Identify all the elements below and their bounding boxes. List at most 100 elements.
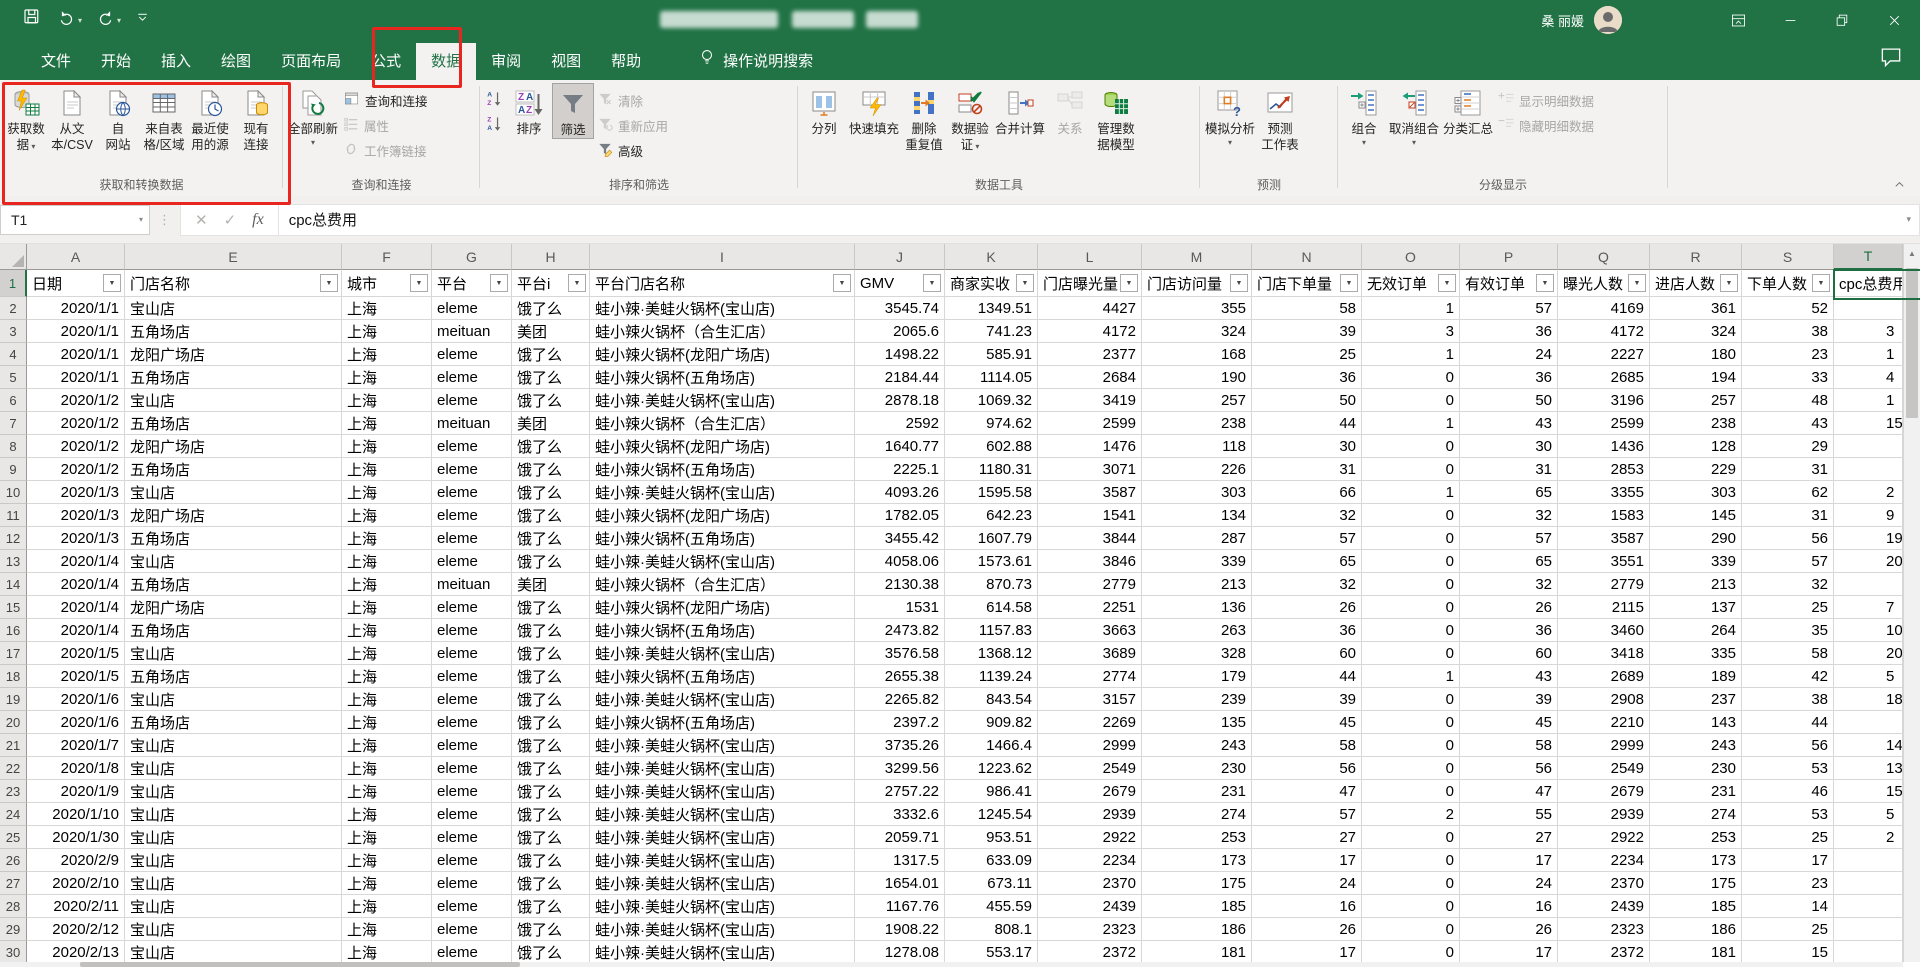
cell-H6[interactable]: 饿了么 [512, 389, 590, 412]
cell-F12[interactable]: 上海 [342, 527, 432, 550]
cell-H15[interactable]: 饿了么 [512, 596, 590, 619]
ribbon-button-get-data[interactable]: 获取数据 ▾ [3, 83, 49, 154]
cell-N19[interactable]: 39 [1252, 688, 1362, 711]
horizontal-scrollbar[interactable] [0, 962, 1903, 967]
cell-K13[interactable]: 1573.61 [945, 550, 1038, 573]
cell-N4[interactable]: 25 [1252, 343, 1362, 366]
cell-R5[interactable]: 194 [1650, 366, 1742, 389]
cell-H22[interactable]: 饿了么 [512, 757, 590, 780]
cell-K8[interactable]: 602.88 [945, 435, 1038, 458]
undo-dropdown-icon[interactable]: ▾ [78, 16, 82, 25]
cell-O22[interactable]: 0 [1362, 757, 1460, 780]
filter-button[interactable]: ▼ [833, 274, 851, 292]
cell-F2[interactable]: 上海 [342, 297, 432, 320]
cell-R21[interactable]: 243 [1650, 734, 1742, 757]
cell-O12[interactable]: 0 [1362, 527, 1460, 550]
cell-H18[interactable]: 饿了么 [512, 665, 590, 688]
cell-A4[interactable]: 2020/1/1 [27, 343, 125, 366]
cell-E25[interactable]: 宝山店 [125, 826, 342, 849]
cell-R10[interactable]: 303 [1650, 481, 1742, 504]
cell-I20[interactable]: 蛙小辣火锅杯(五角场店) [590, 711, 855, 734]
cell-K25[interactable]: 953.51 [945, 826, 1038, 849]
cell-P11[interactable]: 32 [1460, 504, 1558, 527]
cell-K28[interactable]: 455.59 [945, 895, 1038, 918]
field-header-O[interactable]: 无效订单▼ [1362, 270, 1460, 297]
cell-R14[interactable]: 213 [1650, 573, 1742, 596]
cell-H21[interactable]: 饿了么 [512, 734, 590, 757]
cell-S6[interactable]: 48 [1742, 389, 1834, 412]
row-header-11[interactable]: 11 [0, 504, 27, 527]
cell-L13[interactable]: 3846 [1038, 550, 1142, 573]
cell-K16[interactable]: 1157.83 [945, 619, 1038, 642]
row-header-28[interactable]: 28 [0, 895, 27, 918]
cell-O11[interactable]: 0 [1362, 504, 1460, 527]
cell-K26[interactable]: 633.09 [945, 849, 1038, 872]
cell-J19[interactable]: 2265.82 [855, 688, 945, 711]
cell-G24[interactable]: eleme [432, 803, 512, 826]
column-header-O[interactable]: O [1362, 244, 1460, 270]
cell-M10[interactable]: 303 [1142, 481, 1252, 504]
account-user-name[interactable]: 桑 丽媛 [1541, 11, 1584, 30]
cell-G12[interactable]: eleme [432, 527, 512, 550]
cell-M20[interactable]: 135 [1142, 711, 1252, 734]
cell-E22[interactable]: 宝山店 [125, 757, 342, 780]
column-header-M[interactable]: M [1142, 244, 1252, 270]
cell-K21[interactable]: 1466.4 [945, 734, 1038, 757]
cell-P19[interactable]: 39 [1460, 688, 1558, 711]
row-header-1[interactable]: 1 [0, 270, 27, 297]
cell-I17[interactable]: 蛙小辣·美蛙火锅杯(宝山店) [590, 642, 855, 665]
cell-A27[interactable]: 2020/2/10 [27, 872, 125, 895]
cell-G19[interactable]: eleme [432, 688, 512, 711]
cell-A26[interactable]: 2020/2/9 [27, 849, 125, 872]
ribbon-button-advanced-filter[interactable]: 高级 [597, 140, 668, 160]
cell-K30[interactable]: 553.17 [945, 941, 1038, 964]
cell-L23[interactable]: 2679 [1038, 780, 1142, 803]
cell-M15[interactable]: 136 [1142, 596, 1252, 619]
cell-L14[interactable]: 2779 [1038, 573, 1142, 596]
cell-L8[interactable]: 1476 [1038, 435, 1142, 458]
cell-L11[interactable]: 1541 [1038, 504, 1142, 527]
field-header-S[interactable]: 下单人数▼ [1742, 270, 1834, 297]
column-header-H[interactable]: H [512, 244, 590, 270]
cell-S18[interactable]: 42 [1742, 665, 1834, 688]
cell-G26[interactable]: eleme [432, 849, 512, 872]
cell-J29[interactable]: 1908.22 [855, 918, 945, 941]
ribbon-button-text-to-columns[interactable]: 分列 [801, 83, 847, 137]
cell-H12[interactable]: 饿了么 [512, 527, 590, 550]
cell-N2[interactable]: 58 [1252, 297, 1362, 320]
cell-J17[interactable]: 3576.58 [855, 642, 945, 665]
cell-G5[interactable]: eleme [432, 366, 512, 389]
cell-A28[interactable]: 2020/2/11 [27, 895, 125, 918]
cell-O16[interactable]: 0 [1362, 619, 1460, 642]
cell-S26[interactable]: 17 [1742, 849, 1834, 872]
save-button[interactable] [22, 7, 43, 33]
filter-button[interactable]: ▼ [1016, 274, 1034, 292]
cell-G13[interactable]: eleme [432, 550, 512, 573]
ribbon-button-ungroup[interactable]: 取消组合▾ [1387, 83, 1441, 147]
cell-J2[interactable]: 3545.74 [855, 297, 945, 320]
cell-H9[interactable]: 饿了么 [512, 458, 590, 481]
row-header-17[interactable]: 17 [0, 642, 27, 665]
cell-H4[interactable]: 饿了么 [512, 343, 590, 366]
cell-Q14[interactable]: 2779 [1558, 573, 1650, 596]
cell-J9[interactable]: 2225.1 [855, 458, 945, 481]
tab-page-layout[interactable]: 页面布局 [266, 43, 356, 80]
column-header-K[interactable]: K [945, 244, 1038, 270]
tab-home[interactable]: 开始 [86, 43, 146, 80]
cell-M9[interactable]: 226 [1142, 458, 1252, 481]
cell-O3[interactable]: 3 [1362, 320, 1460, 343]
ribbon-button-flash-fill[interactable]: 快速填充 [847, 83, 901, 137]
cell-S3[interactable]: 38 [1742, 320, 1834, 343]
cell-Q23[interactable]: 2679 [1558, 780, 1650, 803]
cell-G20[interactable]: eleme [432, 711, 512, 734]
row-header-13[interactable]: 13 [0, 550, 27, 573]
cell-P25[interactable]: 27 [1460, 826, 1558, 849]
cell-P28[interactable]: 16 [1460, 895, 1558, 918]
cell-G7[interactable]: meituan [432, 412, 512, 435]
cell-P22[interactable]: 56 [1460, 757, 1558, 780]
cell-S19[interactable]: 38 [1742, 688, 1834, 711]
cell-L25[interactable]: 2922 [1038, 826, 1142, 849]
cell-Q7[interactable]: 2599 [1558, 412, 1650, 435]
cell-L2[interactable]: 4427 [1038, 297, 1142, 320]
cell-K12[interactable]: 1607.79 [945, 527, 1038, 550]
